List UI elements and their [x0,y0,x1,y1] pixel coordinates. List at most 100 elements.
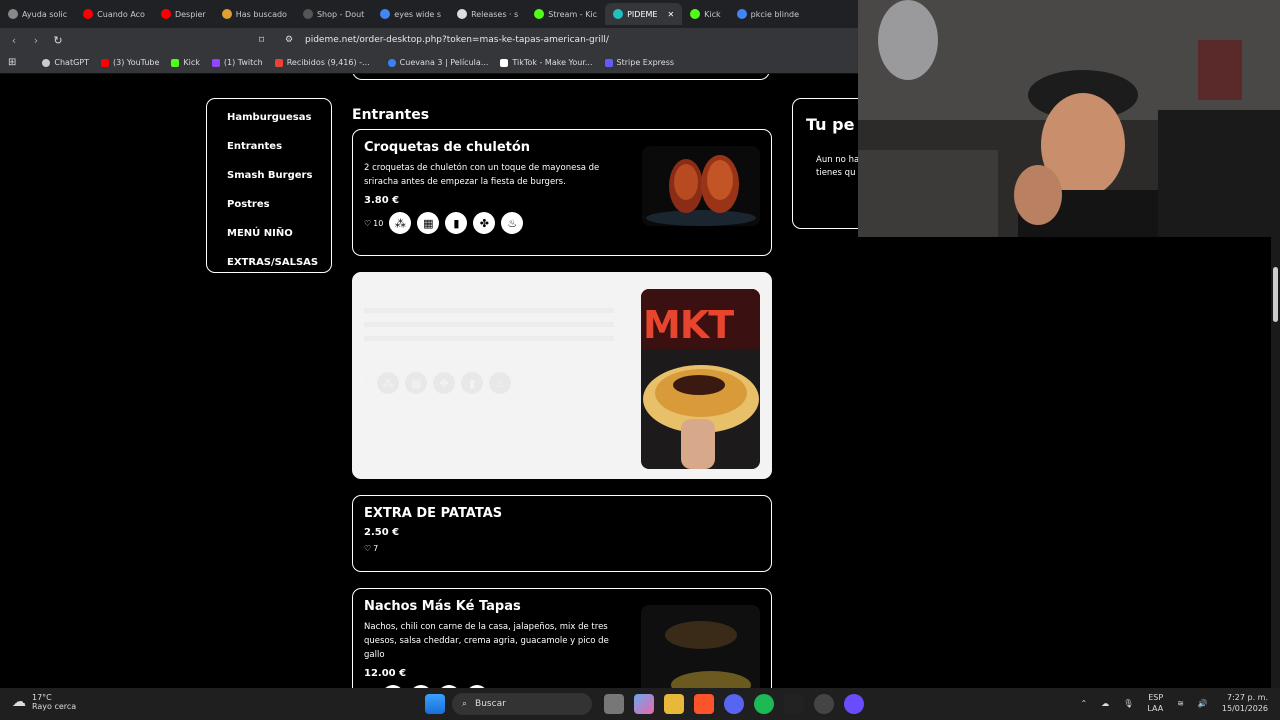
tab-2[interactable]: Despier [153,3,214,25]
product-image-nachos [641,605,760,688]
sidebar-item-menu-nino[interactable]: MENÚ NIÑO [227,221,331,250]
product-description: Nachos, chili con carne de la casa, jala… [364,622,609,660]
scrollbar-thumb[interactable] [1273,267,1278,322]
windows-taskbar: ☁ 17°C Rayo cerca ⌕ Buscar ⌃ ☁ 🎙 ESP LAA… [0,688,1280,720]
kick-icon [171,58,180,67]
tab-9[interactable]: Kick [682,3,729,25]
github-icon [457,9,468,19]
windows-start-icon[interactable] [425,694,445,714]
wifi-icon[interactable]: ≋ [1177,699,1184,708]
kick-icon [690,9,701,19]
tab-7[interactable]: Stream - Kic [526,3,605,25]
forward-icon[interactable]: › [28,34,44,47]
product-card-nachos[interactable]: Nachos Más Ké Tapas Nachos, chili con ca… [352,588,772,688]
bookmark-stripe[interactable]: Stripe Express [599,58,681,67]
tab-6[interactable]: Releases · s [449,3,526,25]
bookmark-tiktok[interactable]: TikTok - Make Your... [494,58,598,67]
storm-icon: ☁ [12,694,26,710]
chevron-up-icon[interactable]: ⌃ [1081,699,1088,708]
google-icon [736,9,747,19]
page-scrollbar[interactable] [1271,237,1280,688]
language-indicator[interactable]: ESP LAA [1147,692,1163,714]
sidebar-item-hamburguesas[interactable]: Hamburguesas [227,105,331,134]
bookmark-chatgpt[interactable]: ChatGPT [36,58,95,67]
chatgpt-icon [42,58,51,67]
like-count: 10 [373,218,384,228]
section-title: Entrantes [352,107,430,123]
task-view-icon[interactable] [604,694,624,714]
sidebar-item-entrantes[interactable]: Entrantes [227,134,331,163]
previous-card-bottom [352,74,770,80]
taskbar-search[interactable]: ⌕ Buscar [452,693,592,715]
gmail-icon [274,58,283,67]
heart-icon[interactable]: ♡ [364,219,371,228]
bookmark-twitch[interactable]: (1) Twitch [206,58,269,67]
search-icon: ⌕ [462,699,468,709]
tab-10[interactable]: pkcie blinde [729,3,807,25]
product-meta: ♡ 7 [364,544,760,553]
sidebar-item-smash-burgers[interactable]: Smash Burgers [227,163,331,192]
product-description: 2 croquetas de chuletón con un toque de … [364,163,600,187]
google-icon [380,9,391,19]
tab-favicon-icon [302,9,313,19]
bookmark-kick[interactable]: Kick [165,58,206,67]
tab-favicon-icon [613,9,624,19]
clock[interactable]: 7:27 p. m. 15/01/2026 [1222,692,1268,714]
tab-5[interactable]: eyes wide s [372,3,449,25]
mkt-logo-text: MKT [643,303,734,347]
product-card-extra-patatas[interactable]: EXTRA DE PATATAS 2.50 € ♡ 7 [352,495,772,572]
volume-icon[interactable]: 🔊 [1198,699,1208,708]
soy-allergen-icon: ♨ [501,212,524,234]
product-image-croquetas [642,146,760,226]
product-card-mkt[interactable]: ♡ ⁂ ▦ ✤ ▮ ♨ MKT [352,272,772,479]
tiktok-icon [500,58,509,67]
bookmark-youtube[interactable]: (3) YouTube [95,58,165,67]
cuevana-icon [387,58,396,67]
allergen-icon: ♨ [489,372,512,394]
close-icon[interactable]: ✕ [667,10,674,19]
bookmark-icon[interactable]: ⌑ [259,35,264,46]
allergen-icon: ▮ [461,372,484,394]
apps-icon[interactable]: ⊞ [0,57,24,68]
weather-widget[interactable]: ☁ 17°C Rayo cerca [12,693,76,711]
bookmark-gmail[interactable]: Recibidos (9,416) -... [269,58,376,67]
like-count: 7 [373,544,379,553]
stripe-icon [604,58,613,67]
heart-icon[interactable]: ♡ [364,379,371,388]
file-explorer-icon[interactable] [664,694,684,714]
brave-icon[interactable] [694,694,714,714]
tab-0[interactable]: Ayuda solic [0,3,75,25]
youtube-icon [101,58,109,67]
back-icon[interactable]: ‹ [6,34,22,47]
sidebar-item-postres[interactable]: Postres [227,192,331,221]
egg-allergen-icon: ✤ [473,212,496,234]
system-tray: ⌃ ☁ 🎙 ESP LAA ≋ 🔊 7:27 p. m. 15/01/2026 [1081,692,1268,714]
pinned-apps [604,694,864,714]
allergen-icon: ✤ [433,372,456,394]
taskbar-apps [425,694,445,714]
tab-8-active[interactable]: PIDEME ✕ [605,3,683,25]
bookmark-cuevana[interactable]: Cuevana 3 | Película... [382,58,495,67]
obs-icon[interactable] [814,694,834,714]
product-price: 2.50 € [364,527,400,538]
category-sidebar: Hamburguesas Entrantes Smash Burgers Pos… [206,98,332,273]
cloud-icon[interactable]: ☁ [1101,699,1109,708]
discord-icon[interactable] [724,694,744,714]
reload-icon[interactable]: ↻ [50,34,66,47]
audio-app-icon[interactable] [784,694,804,714]
copilot-icon[interactable] [634,694,654,714]
youtube-icon [83,9,94,19]
site-info-icon[interactable]: ⚙ [285,35,293,45]
product-name: EXTRA DE PATATAS [364,506,503,521]
tab-1[interactable]: Cuando Aco [75,3,153,25]
microphone-icon[interactable]: 🎙 [1123,699,1133,708]
app-icon[interactable] [844,694,864,714]
tab-4[interactable]: Shop - Dout [295,3,372,25]
product-card-croquetas[interactable]: Croquetas de chuletón 2 croquetas de chu… [352,129,772,256]
tab-3[interactable]: Has buscado [214,3,295,25]
address-bar[interactable]: pideme.net/order-desktop.php?token=mas-k… [305,35,609,45]
spotify-icon[interactable] [754,694,774,714]
sidebar-item-extras-salsas[interactable]: EXTRAS/SALSAS [227,250,331,279]
heart-icon[interactable]: ♡ [364,544,371,553]
allergen-icon: ⁂ [377,372,400,394]
